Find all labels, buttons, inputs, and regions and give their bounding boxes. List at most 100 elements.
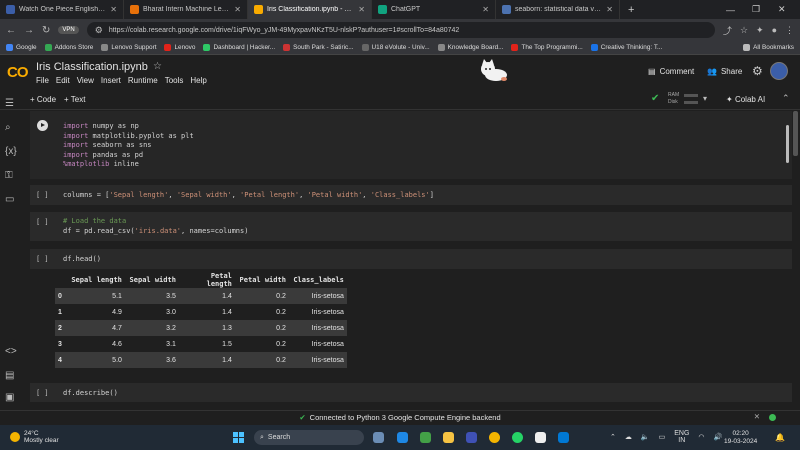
windows-start-icon[interactable]	[233, 432, 244, 443]
bookmark-item[interactable]: Lenovo	[164, 44, 195, 51]
new-tab-button[interactable]: +	[620, 4, 642, 16]
bookmark-item[interactable]: Lenovo Support	[101, 44, 156, 51]
menu-help[interactable]: Help	[190, 76, 206, 85]
browser-tab[interactable]: seaborn: statistical data visualiz ✕	[496, 0, 620, 19]
notion-icon[interactable]	[535, 432, 546, 443]
code-cell[interactable]: import numpy as np import matplotlib.pyp…	[30, 111, 792, 179]
minimize-icon[interactable]: —	[726, 0, 735, 19]
colab-ai-button[interactable]: ✦ Colab AI	[726, 95, 765, 104]
taskbar-search[interactable]: ⌕ Search	[254, 430, 364, 445]
browser-tab[interactable]: Watch One Piece English Su ✕	[0, 0, 124, 19]
add-code-button[interactable]: + Code	[30, 95, 56, 104]
bookmark-item[interactable]: Dashboard | Hacker...	[203, 44, 275, 51]
cell-bracket[interactable]: [ ]	[36, 191, 49, 199]
task-view-icon[interactable]	[373, 432, 384, 443]
volume-icon[interactable]: 🔊	[714, 433, 723, 441]
app-icon[interactable]	[466, 432, 477, 443]
wifi-icon[interactable]: ◠	[698, 433, 704, 441]
file-explorer-icon[interactable]	[443, 432, 454, 443]
tab-close-icon[interactable]: ✕	[110, 5, 117, 14]
table-of-contents-icon[interactable]: ☰	[5, 98, 14, 109]
weather-widget[interactable]: 24°C Mostly clear	[10, 430, 59, 444]
battery-icon[interactable]: ▭	[659, 433, 666, 441]
bookmark-item[interactable]: South Park - Satiric...	[283, 44, 354, 51]
tab-close-icon[interactable]: ✕	[234, 5, 241, 14]
site-info-icon[interactable]: ⚙	[95, 25, 103, 36]
notebook-title[interactable]: Iris Classification.ipynb	[36, 61, 148, 73]
address-bar[interactable]: ⚙ https://colab.research.google.com/driv…	[86, 22, 715, 38]
edge-icon[interactable]	[397, 432, 408, 443]
settings-gear-icon[interactable]: ⚙	[752, 64, 763, 78]
tab-close-icon[interactable]: ✕	[358, 5, 365, 14]
menu-tools[interactable]: Tools	[165, 76, 184, 85]
bookmark-item[interactable]: Google	[6, 44, 37, 51]
files-folder-icon[interactable]: ▭	[5, 194, 14, 205]
bookmark-item[interactable]: Knowledge Board...	[437, 44, 503, 51]
cell-code[interactable]: df.describe()	[63, 389, 118, 399]
vscode-icon[interactable]	[558, 432, 569, 443]
tab-close-icon[interactable]: ✕	[482, 5, 489, 14]
menu-runtime[interactable]: Runtime	[128, 76, 158, 85]
search-icon[interactable]: ⌕	[5, 122, 11, 133]
code-snippets-icon[interactable]: <>	[5, 346, 17, 357]
share-button[interactable]: 👥 Share	[707, 67, 742, 76]
maximize-icon[interactable]: ❐	[752, 0, 760, 19]
cell-bracket[interactable]: [ ]	[36, 218, 49, 226]
run-cell-button[interactable]	[37, 120, 48, 131]
cell-bracket[interactable]: [ ]	[36, 389, 49, 397]
ram-disk-indicator[interactable]: RAM Disk	[668, 92, 679, 106]
chevron-up-icon[interactable]: ⌃	[782, 93, 790, 104]
browser-menu-icon[interactable]: ⋮	[785, 25, 794, 36]
menu-file[interactable]: File	[36, 76, 49, 85]
bookmark-item[interactable]: The Top Programmi...	[511, 44, 583, 51]
share-page-icon[interactable]: ⤴	[723, 24, 732, 37]
browser-tab-active[interactable]: Iris Classification.ipynb - Colab ✕	[248, 0, 372, 19]
back-icon[interactable]: ←	[6, 25, 16, 36]
code-cell[interactable]: [ ] df.describe()	[30, 383, 792, 402]
all-bookmarks[interactable]: All Bookmarks	[743, 44, 794, 51]
language-indicator[interactable]: ENG IN	[674, 430, 689, 444]
bookmark-item[interactable]: Addons Store	[44, 44, 93, 51]
variables-icon[interactable]: {x}	[5, 146, 17, 157]
add-text-button[interactable]: + Text	[64, 95, 85, 104]
cell-code[interactable]: columns = ['Sepal length', 'Sepal width'…	[63, 191, 434, 201]
cell-code[interactable]: df.head()	[63, 255, 101, 265]
comment-button[interactable]: ▤ Comment	[648, 67, 694, 76]
vpn-badge[interactable]: VPN	[58, 26, 79, 34]
secrets-key-icon[interactable]: ⚿	[5, 170, 13, 181]
bookmark-item[interactable]: U18 eVolute - Univ...	[361, 44, 430, 51]
speaker-icon[interactable]: 🔈	[641, 433, 650, 441]
avatar[interactable]	[770, 62, 788, 80]
code-cell[interactable]: [ ] df.head()	[30, 249, 792, 269]
cell-bracket[interactable]: [ ]	[36, 255, 49, 263]
bookmark-item[interactable]: Creative Thinking: T...	[590, 44, 662, 51]
chrome-icon[interactable]	[489, 432, 500, 443]
terminal-icon[interactable]: ▣	[5, 392, 14, 403]
clock[interactable]: 02:20 19-03-2024	[724, 430, 757, 446]
colab-logo[interactable]: CO	[7, 64, 28, 81]
close-icon[interactable]: ✕	[754, 412, 760, 421]
cell-code[interactable]: import numpy as np import matplotlib.pyp…	[63, 122, 194, 170]
profile-icon[interactable]: ●	[772, 25, 777, 35]
close-window-icon[interactable]: ✕	[778, 0, 786, 19]
cell-scrollbar[interactable]	[786, 125, 789, 163]
extensions-icon[interactable]: ✦	[756, 25, 764, 36]
code-cell[interactable]: [ ] columns = ['Sepal length', 'Sepal wi…	[30, 185, 792, 205]
command-palette-icon[interactable]: ▤	[5, 370, 14, 381]
code-cell[interactable]: [ ] # Load the data df = pd.read_csv('ir…	[30, 212, 792, 241]
chevron-up-icon[interactable]: ⌃	[610, 433, 616, 441]
tab-close-icon[interactable]: ✕	[606, 5, 613, 14]
browser-tab[interactable]: Bharat Intern Machine Learning ✕	[124, 0, 248, 19]
chevron-down-icon[interactable]: ▾	[703, 94, 707, 103]
cell-code[interactable]: # Load the data df = pd.read_csv('iris.d…	[63, 217, 248, 236]
star-icon[interactable]: ☆	[153, 61, 162, 72]
reload-icon[interactable]: ↻	[42, 25, 50, 36]
menu-insert[interactable]: Insert	[101, 76, 121, 85]
menu-view[interactable]: View	[77, 76, 94, 85]
notification-bell-icon[interactable]: 🔔	[775, 433, 785, 442]
cloud-icon[interactable]: ☁	[625, 433, 632, 441]
forward-icon[interactable]: →	[24, 25, 34, 36]
page-scrollbar[interactable]	[793, 111, 798, 156]
menu-edit[interactable]: Edit	[56, 76, 70, 85]
browser-tab[interactable]: ChatGPT ✕	[372, 0, 496, 19]
